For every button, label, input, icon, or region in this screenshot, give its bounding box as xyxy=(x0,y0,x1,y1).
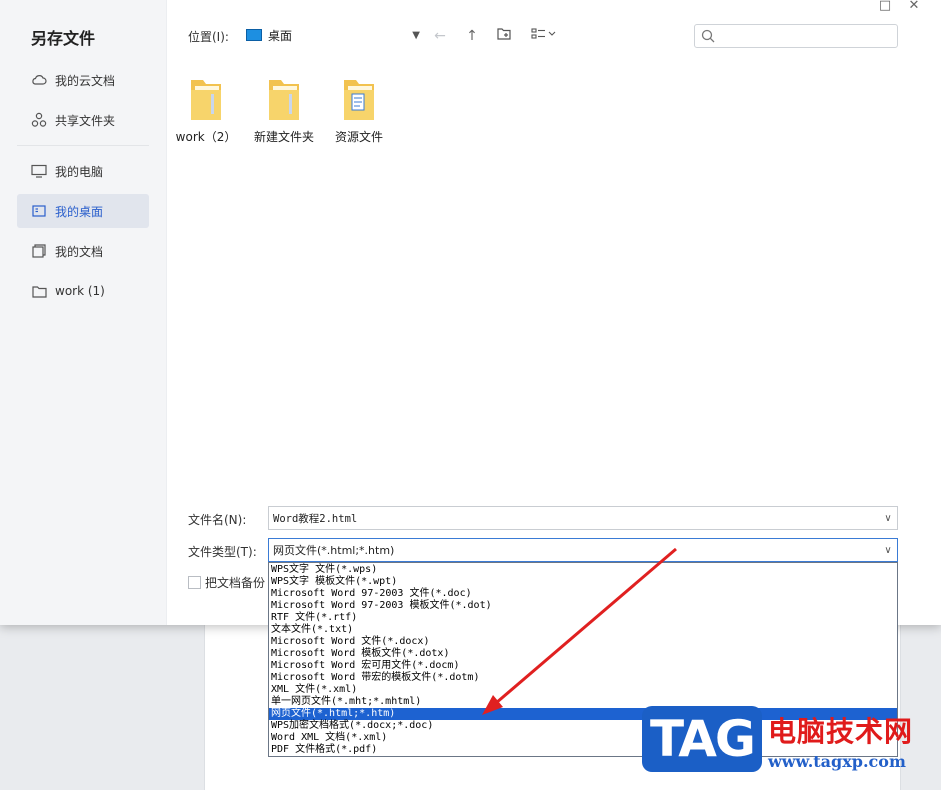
watermark: TAG 电脑技术网 www.tagxp.com xyxy=(642,700,941,777)
watermark-title: 电脑技术网 xyxy=(768,715,914,748)
watermark-url: www.tagxp.com xyxy=(768,752,906,771)
annotation-arrow xyxy=(482,547,677,715)
watermark-logo: TAG xyxy=(642,706,762,772)
